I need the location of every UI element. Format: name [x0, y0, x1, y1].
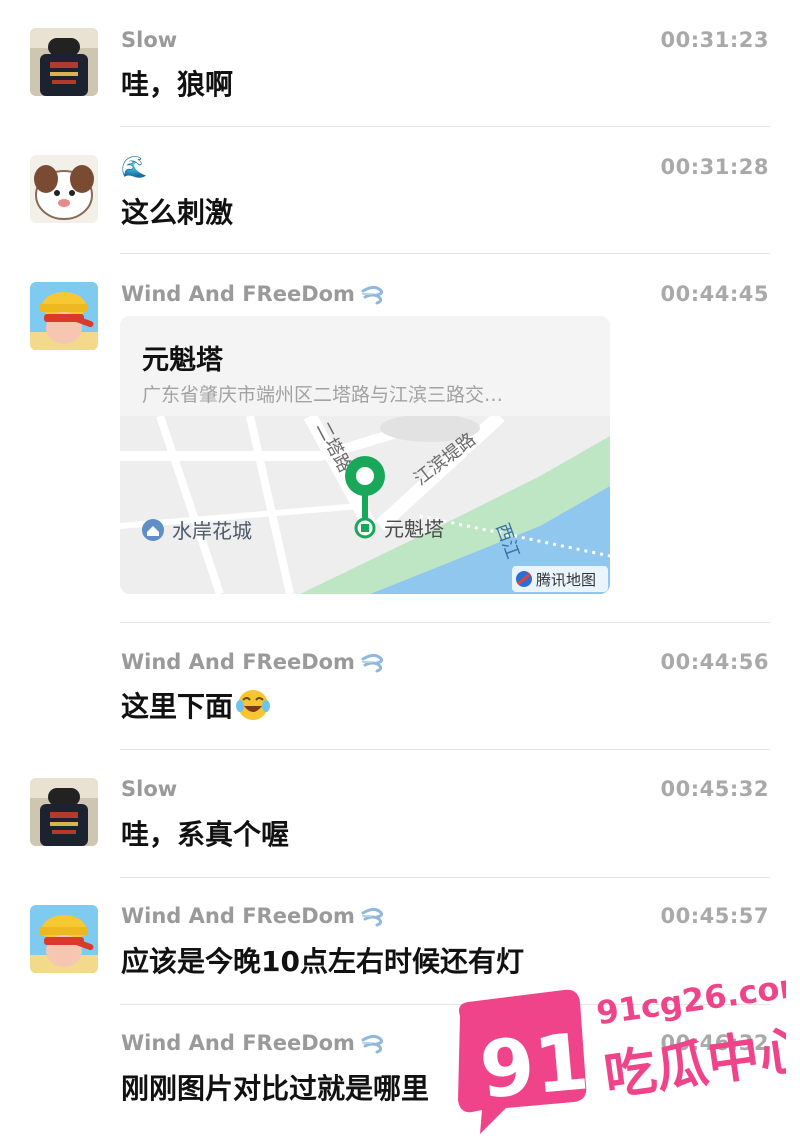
map-poi-label: 水岸花城	[172, 519, 252, 543]
divider	[120, 622, 770, 623]
message-text-content: 这里下面	[121, 690, 234, 723]
divider	[120, 126, 770, 127]
avatar-wind[interactable]	[30, 282, 98, 350]
avatar-wave[interactable]	[30, 155, 98, 223]
watermark-logo: 91 91cg26.com 吃瓜中心	[458, 964, 786, 1134]
location-title: 元魁塔	[142, 345, 223, 376]
message-time: 00:44:56	[660, 650, 769, 674]
laughing-tears-emoji-icon	[236, 690, 271, 720]
message-time: 00:45:32	[660, 777, 769, 801]
location-map[interactable]: 水岸花城 江滨堤路 二塔路 西江 元魁塔 腾讯地图	[120, 416, 610, 594]
watermark-name: 吃瓜中心	[601, 1019, 786, 1107]
sender-name: Slow	[121, 777, 178, 801]
sender-name: Wind And FReeDom	[121, 904, 387, 928]
message-text[interactable]: 哇，系真个喔	[121, 813, 289, 853]
home-poi-icon	[142, 519, 164, 541]
sender-name: Wind And FReeDom	[121, 282, 387, 306]
message-text[interactable]: 这里下面	[121, 685, 271, 725]
wind-icon	[361, 1034, 383, 1054]
avatar-slow[interactable]	[30, 778, 98, 846]
avatar-slow[interactable]	[30, 28, 98, 96]
watermark-site: 91cg26.com	[594, 964, 786, 1032]
map-marker-label: 元魁塔	[384, 517, 444, 541]
wind-icon	[361, 907, 383, 927]
divider	[120, 877, 770, 878]
wind-icon	[361, 285, 383, 305]
location-card[interactable]: 元魁塔 广东省肇庆市端州区二塔路与江滨三路交… 水岸花城 江滨堤路 二塔路 西江…	[120, 316, 610, 594]
wind-icon	[361, 653, 383, 673]
message-text[interactable]: 刚刚图片对比过就是哪里	[121, 1067, 429, 1107]
sender-name: Wind And FReeDom	[121, 1031, 387, 1055]
message-time: 00:31:28	[660, 155, 769, 179]
avatar-wind[interactable]	[30, 905, 98, 973]
message-time: 00:31:23	[660, 28, 769, 52]
divider	[120, 749, 770, 750]
message-time: 00:45:57	[660, 904, 769, 928]
map-brand-label: 腾讯地图	[536, 571, 596, 589]
location-address: 广东省肇庆市端州区二塔路与江滨三路交…	[142, 384, 504, 406]
sender-name: Wind And FReeDom	[121, 650, 387, 674]
location-header: 元魁塔 广东省肇庆市端州区二塔路与江滨三路交…	[120, 316, 610, 416]
sender-name: 🌊	[121, 155, 148, 179]
watermark-number: 91	[476, 1017, 592, 1116]
message-time: 00:44:45	[660, 282, 769, 306]
divider	[120, 253, 770, 254]
sender-name-text: Wind And FReeDom	[121, 650, 355, 674]
message-text[interactable]: 这么刺激	[121, 191, 233, 231]
tencent-map-logo-icon	[516, 571, 532, 587]
sender-name: Slow	[121, 28, 178, 52]
message-text[interactable]: 哇，狼啊	[121, 63, 233, 103]
sender-name-text: Wind And FReeDom	[121, 282, 355, 306]
sender-name-text: Wind And FReeDom	[121, 904, 355, 928]
sender-name-text: Wind And FReeDom	[121, 1031, 355, 1055]
